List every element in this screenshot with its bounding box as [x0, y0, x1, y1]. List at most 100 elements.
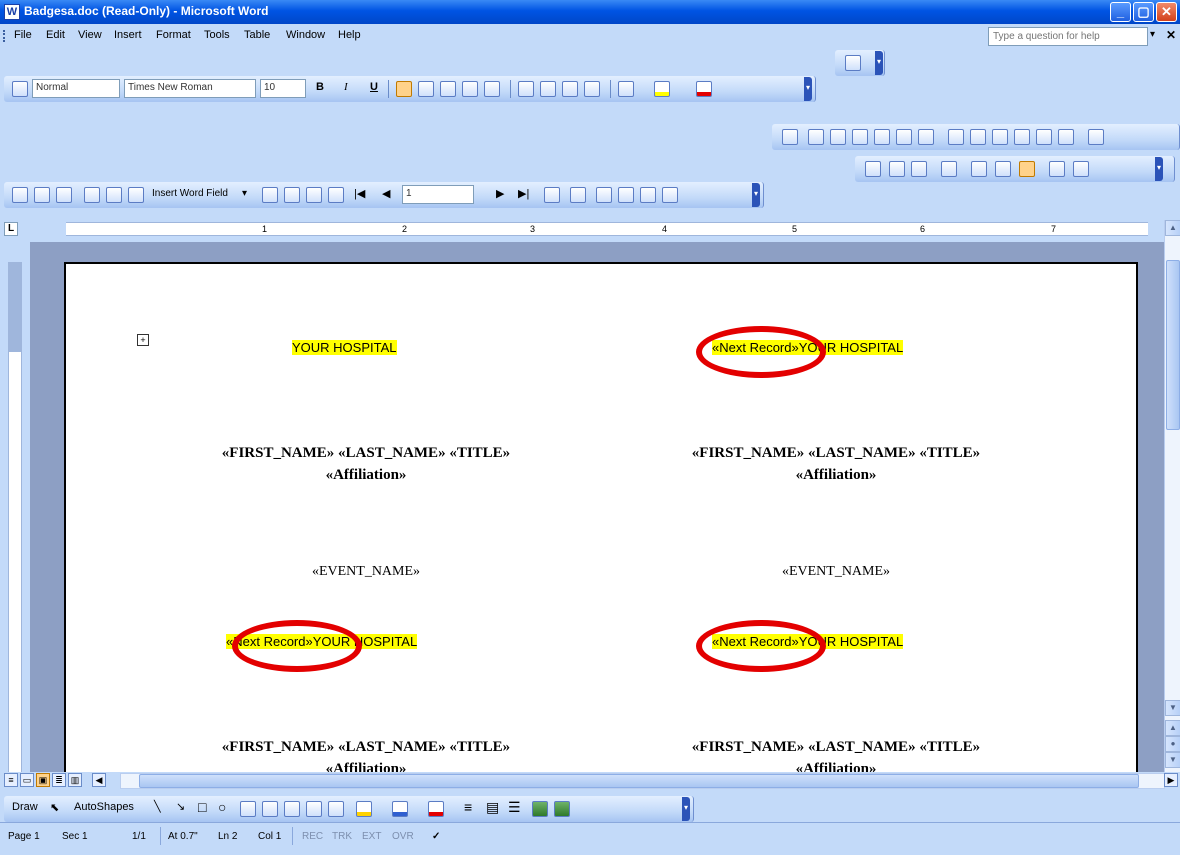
- line-style-icon[interactable]: ≡: [464, 799, 472, 815]
- shadow-style-icon[interactable]: [532, 801, 548, 817]
- font-color-icon[interactable]: [428, 801, 444, 817]
- highlight-icon[interactable]: [654, 81, 670, 97]
- protect-form-icon[interactable]: [1073, 161, 1089, 177]
- toolbar-options-icon[interactable]: ▾: [804, 77, 812, 101]
- decrease-indent-icon[interactable]: [562, 81, 578, 97]
- italic-button[interactable]: I: [344, 81, 348, 93]
- toolbar-options-icon[interactable]: ▾: [1155, 157, 1163, 181]
- field-options-icon[interactable]: [941, 161, 957, 177]
- line-icon[interactable]: ╲: [154, 800, 161, 813]
- reading-view-icon[interactable]: ▥: [68, 773, 82, 787]
- 3d-style-icon[interactable]: [554, 801, 570, 817]
- open-data-source-icon[interactable]: [34, 187, 50, 203]
- dash-style-icon[interactable]: ▤: [486, 799, 499, 816]
- maximize-icon[interactable]: ▢: [1133, 2, 1154, 22]
- text-form-field-icon[interactable]: [865, 161, 881, 177]
- fill-color-icon[interactable]: [356, 801, 372, 817]
- highlight-merge-fields-icon[interactable]: [284, 187, 300, 203]
- manage-fields-icon[interactable]: [808, 129, 824, 145]
- spelling-status-icon[interactable]: ✓: [432, 831, 440, 842]
- menu-insert[interactable]: Insert: [114, 29, 142, 41]
- insert-merge-fields-icon[interactable]: [128, 187, 144, 203]
- mailmerge-icon[interactable]: [1014, 129, 1030, 145]
- data-form-icon[interactable]: [782, 129, 798, 145]
- browse-object-icon[interactable]: ●: [1165, 736, 1180, 752]
- menu-edit[interactable]: Edit: [46, 29, 65, 41]
- horizontal-scrollbar[interactable]: [120, 773, 1165, 789]
- propagate-labels-icon[interactable]: [328, 187, 344, 203]
- merge-to-printer-icon[interactable]: [618, 187, 634, 203]
- find-entry-icon[interactable]: [544, 187, 560, 203]
- main-document-setup-icon[interactable]: [12, 187, 28, 203]
- insert-word-field-button[interactable]: Insert Word Field: [152, 188, 228, 199]
- previous-record-icon[interactable]: ◀: [382, 187, 390, 200]
- record-number-input[interactable]: 1: [402, 185, 474, 204]
- add-record-icon[interactable]: [918, 129, 934, 145]
- text-box-icon[interactable]: [240, 801, 256, 817]
- reset-form-icon[interactable]: [1049, 161, 1065, 177]
- print-view-icon[interactable]: ▣: [36, 773, 50, 787]
- align-left-icon[interactable]: [396, 81, 412, 97]
- arrow-style-icon[interactable]: ☰: [508, 799, 521, 816]
- ruler-track[interactable]: 1 2 3 4 5 6 7: [66, 222, 1148, 236]
- ask-question-input[interactable]: [988, 27, 1148, 46]
- table-move-icon[interactable]: +: [137, 334, 149, 346]
- eraser-icon[interactable]: [1058, 129, 1074, 145]
- oval-icon[interactable]: ○: [218, 799, 226, 815]
- align-right-icon[interactable]: [440, 81, 456, 97]
- document-area[interactable]: + YOUR HOSPITAL «Next Record»YOUR HOSPIT…: [30, 242, 1164, 772]
- delete-record-icon[interactable]: [948, 129, 964, 145]
- minimize-icon[interactable]: _: [1110, 2, 1131, 22]
- menu-grip[interactable]: [3, 30, 5, 42]
- last-record-icon[interactable]: ▶|: [518, 187, 529, 200]
- toolbar-options-icon[interactable]: ▾: [682, 797, 690, 821]
- close-icon[interactable]: ✕: [1156, 2, 1177, 22]
- bullets-icon[interactable]: [540, 81, 556, 97]
- merge-to-fax-icon[interactable]: [662, 187, 678, 203]
- calendar-icon[interactable]: [845, 55, 861, 71]
- insert-greeting-line-icon[interactable]: [106, 187, 122, 203]
- check-errors-icon[interactable]: [570, 187, 586, 203]
- previous-page-icon[interactable]: ▲: [1165, 720, 1180, 736]
- status-ext[interactable]: EXT: [362, 831, 381, 842]
- dropdown-field-icon[interactable]: [911, 161, 927, 177]
- select-objects-icon[interactable]: ⬉: [50, 801, 59, 814]
- font-select[interactable]: Times New Roman: [124, 79, 256, 98]
- toolbar-options-icon[interactable]: ▾: [752, 183, 760, 207]
- status-trk[interactable]: TRK: [332, 831, 352, 842]
- menu-view[interactable]: View: [78, 29, 102, 41]
- menu-window[interactable]: Window: [286, 29, 325, 41]
- increase-indent-icon[interactable]: [584, 81, 600, 97]
- recipients-icon[interactable]: [56, 187, 72, 203]
- outline-view-icon[interactable]: ≣: [52, 773, 66, 787]
- vertical-ruler[interactable]: [0, 242, 30, 772]
- style-select[interactable]: Normal: [32, 79, 120, 98]
- clip-art-icon[interactable]: [306, 801, 322, 817]
- menu-file[interactable]: File: [14, 29, 32, 41]
- line-spacing-icon[interactable]: [484, 81, 500, 97]
- wordart-icon[interactable]: [262, 801, 278, 817]
- font-color-icon[interactable]: [696, 81, 712, 97]
- web-view-icon[interactable]: ▭: [20, 773, 34, 787]
- sort-descending-icon[interactable]: [852, 129, 868, 145]
- help-icon[interactable]: [1088, 129, 1104, 145]
- table-icon[interactable]: [992, 129, 1008, 145]
- next-page-icon[interactable]: ▼: [1165, 752, 1180, 768]
- underline-button[interactable]: U: [370, 81, 378, 93]
- draw-menu-button[interactable]: Draw: [12, 801, 38, 813]
- close-document-icon[interactable]: ✕: [1166, 28, 1176, 42]
- tab-selector[interactable]: L: [4, 222, 18, 236]
- update-field-icon[interactable]: [896, 129, 912, 145]
- merge-to-email-icon[interactable]: [640, 187, 656, 203]
- font-size-select[interactable]: 10: [260, 79, 306, 98]
- menu-tools[interactable]: Tools: [204, 29, 230, 41]
- numbering-icon[interactable]: [518, 81, 534, 97]
- menu-help[interactable]: Help: [338, 29, 361, 41]
- hscroll-thumb[interactable]: [139, 774, 1139, 788]
- first-record-icon[interactable]: |◀: [354, 187, 365, 200]
- insert-frame-icon[interactable]: [995, 161, 1011, 177]
- view-merged-data-icon[interactable]: [262, 187, 278, 203]
- status-ovr[interactable]: OVR: [392, 831, 414, 842]
- chevron-down-icon[interactable]: ▾: [1150, 29, 1155, 40]
- rectangle-icon[interactable]: □: [198, 799, 206, 815]
